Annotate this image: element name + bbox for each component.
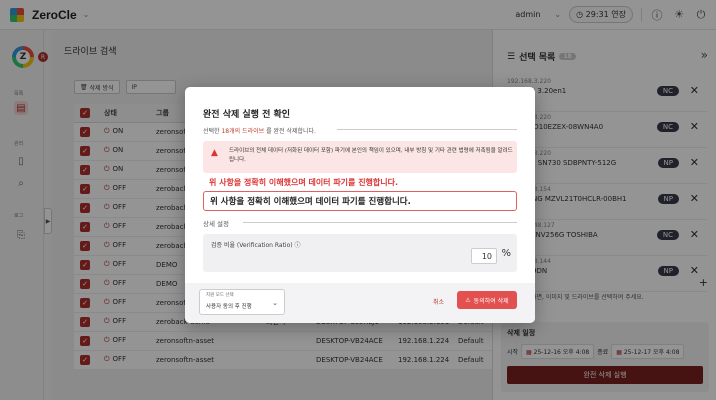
settings-label: 상세 설정 [203,220,229,228]
selected-count: 18개의 드라이브 [221,128,265,135]
warning-icon: ⚠ [465,296,471,304]
warning-text: 드라이브의 전체 데이터 (저화된 데이터 포함) 파기에 본인의 책임이 있으… [229,148,513,163]
chevron-down-icon: ⌄ [272,299,278,307]
divider [243,222,517,223]
verification-ratio-input[interactable]: 10 [471,248,497,264]
confirm-prompt: 위 사항을 정확히 이해했으며 데이터 파기를 진행합니다. [209,178,399,187]
mode-value: 사용자 동의 후 진행 [206,304,252,310]
agree-delete-button[interactable]: ⚠ 동의하여 삭제 [457,291,517,309]
verification-label: 검증 비율 (Verification Ratio) ⓘ [211,240,301,249]
warning-box: ▲ 드라이브의 전체 데이터 (저화된 데이터 포함) 파기에 본인의 책임이 … [203,141,517,173]
help-icon[interactable]: ⓘ [295,242,301,249]
mode-select[interactable]: 지원 모드 선택 사용자 동의 후 진행 ⌄ [199,289,285,315]
mode-label: 지원 모드 선택 [206,293,234,298]
sub-suffix: 를 완전 삭제합니다. [266,128,316,135]
modal-subtitle: 선택한 18개의 드라이브 를 완전 삭제합니다. [203,126,316,135]
agree-label: 동의하여 삭제 [473,297,509,305]
verification-box: 검증 비율 (Verification Ratio) ⓘ 10 % [203,234,517,272]
confirm-delete-modal: 완전 삭제 실행 전 확인 선택한 18개의 드라이브 를 완전 삭제합니다. … [185,87,535,323]
cancel-button[interactable]: 취소 [433,297,444,306]
modal-footer: 지원 모드 선택 사용자 동의 후 진행 ⌄ 취소 ⚠ 동의하여 삭제 [185,283,535,323]
verification-label-text: 검증 비율 (Verification Ratio) [211,242,293,249]
warning-icon: ▲ [211,148,218,158]
percent-unit: % [501,248,511,259]
modal-title: 완전 삭제 실행 전 확인 [203,110,291,120]
sub-prefix: 선택한 [203,128,222,135]
confirm-text-input[interactable]: 위 사항을 정확히 이해했으며 데이터 파기를 진행합니다. [203,191,517,211]
divider [337,129,517,130]
